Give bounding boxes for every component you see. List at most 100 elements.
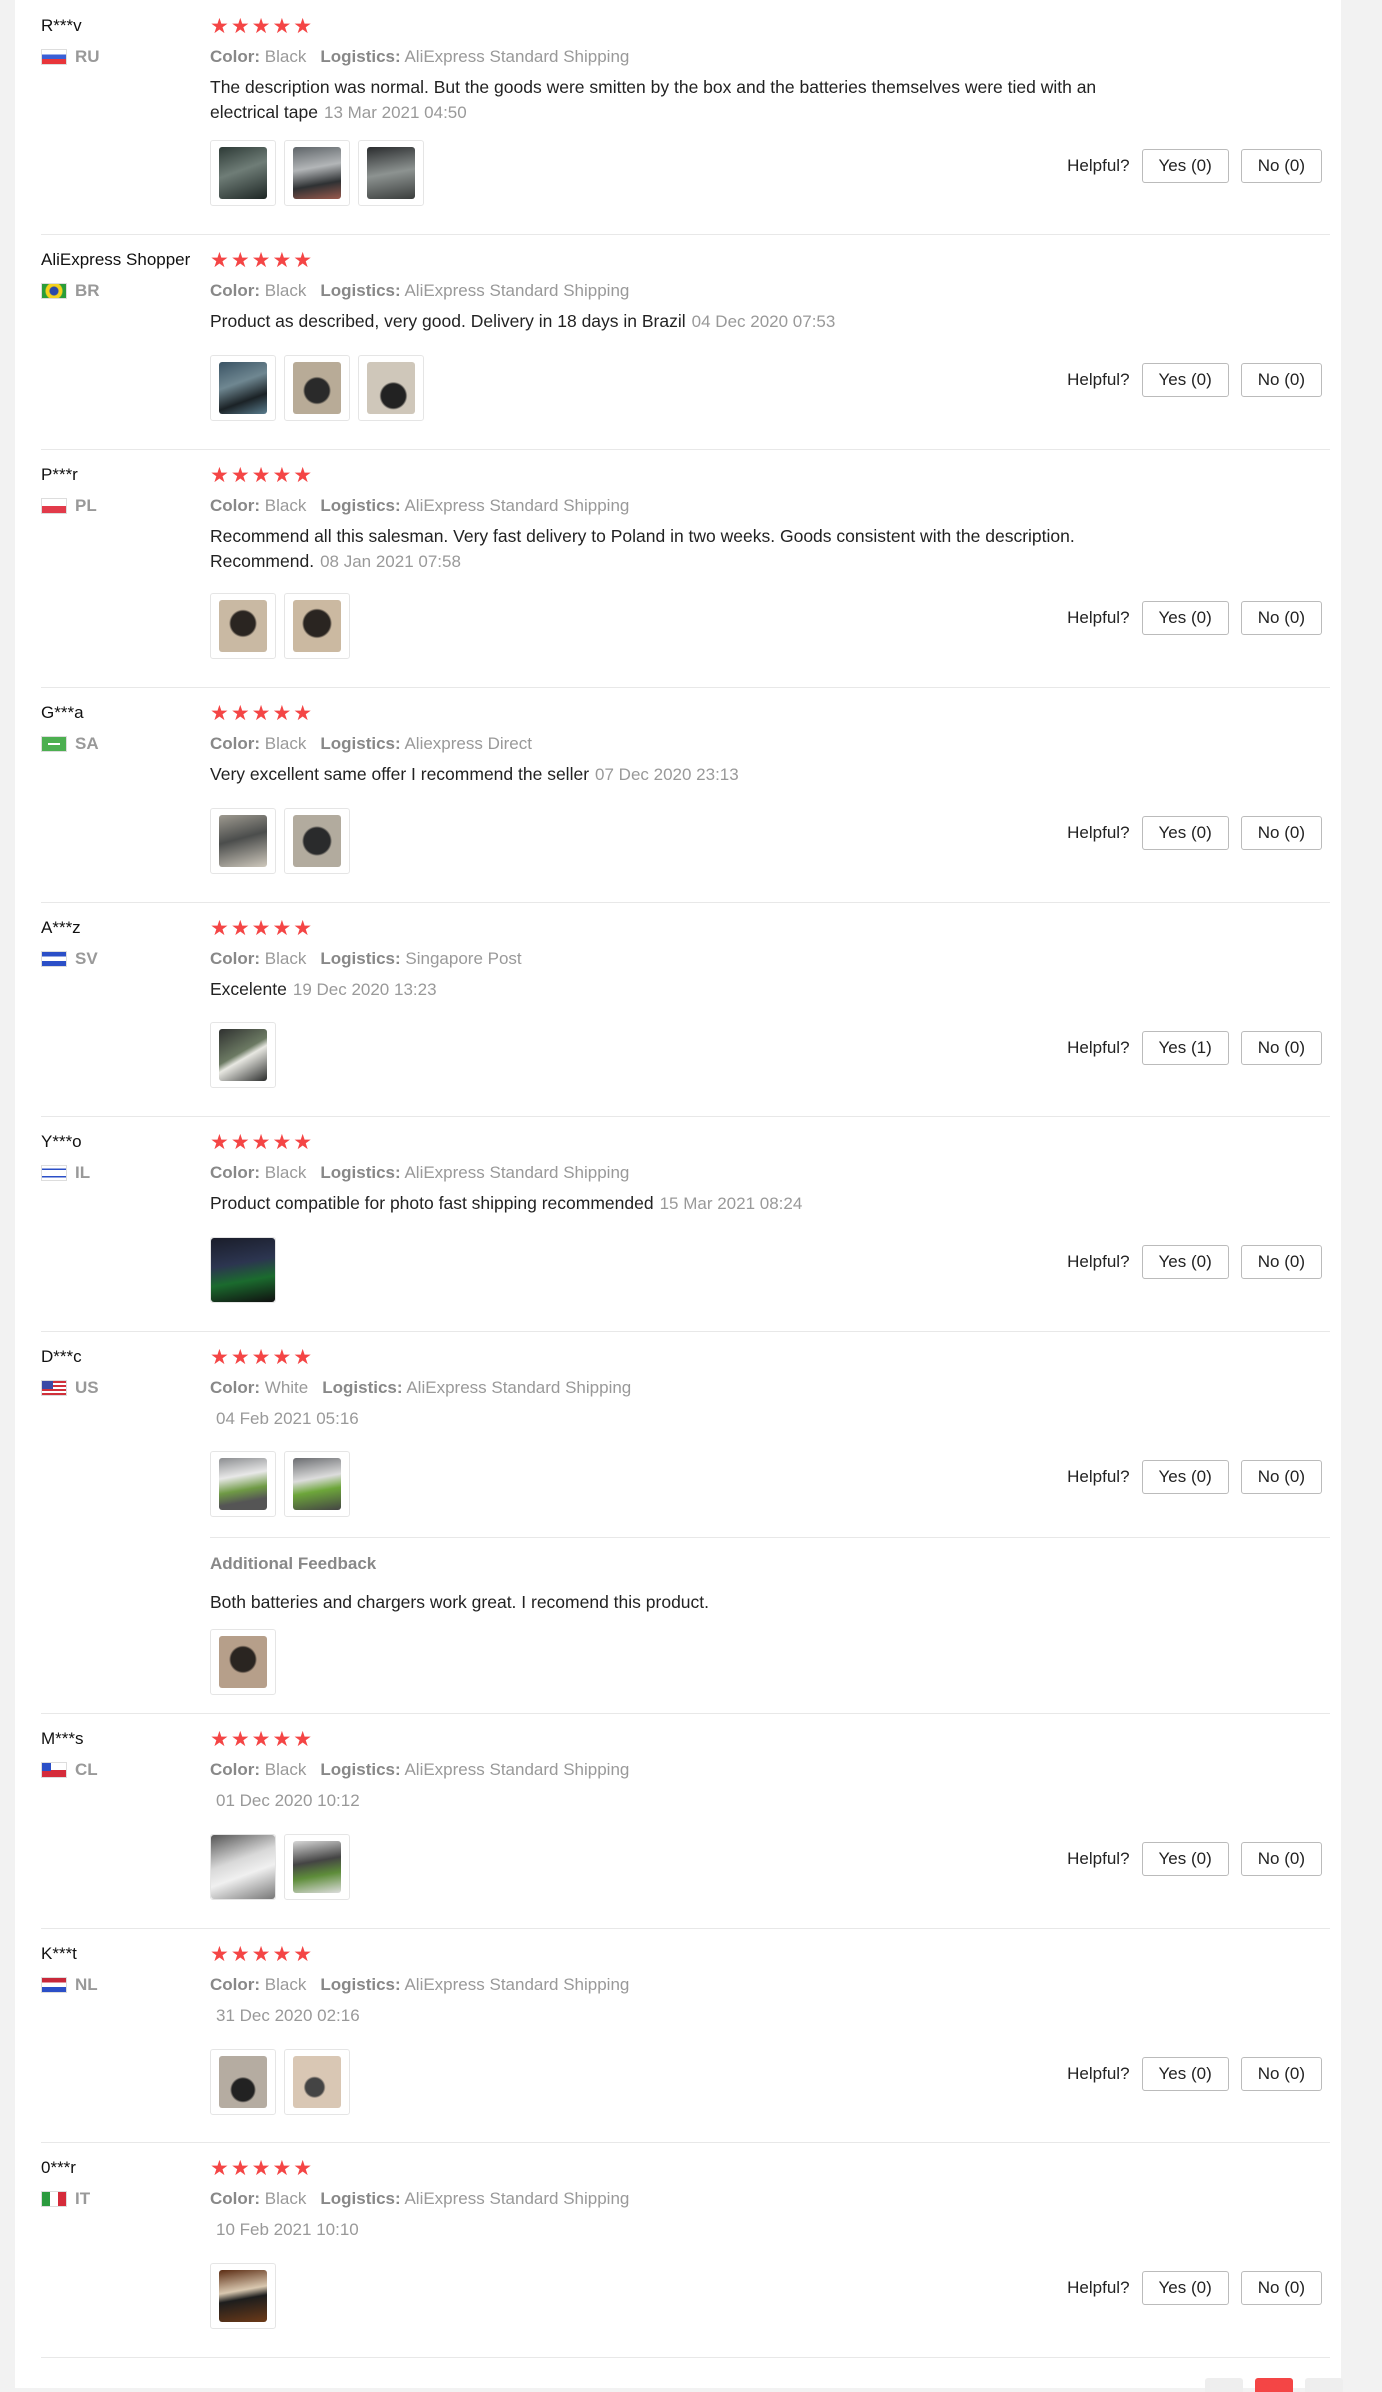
review-photos (210, 140, 424, 206)
helpful-label: Helpful? (1067, 2278, 1130, 2297)
helpful-votes: Helpful? Yes (0) No (0) (1067, 2057, 1322, 2091)
helpful-no-button[interactable]: No (0) (1240, 1460, 1322, 1494)
review-photos (210, 1834, 350, 1900)
helpful-yes-button[interactable]: Yes (0) (1141, 1460, 1229, 1494)
review-meta: Color: Black Logistics: AliExpress Standa… (210, 47, 1170, 67)
review-date: 31 Dec 2020 02:16 (216, 2006, 360, 2025)
flag-il-icon (41, 1165, 67, 1181)
country-code: PL (75, 496, 97, 515)
flag-it-icon (41, 2191, 67, 2207)
review-photo[interactable] (210, 1629, 276, 1695)
review-body: Very excellent same offer I recommend th… (210, 764, 590, 784)
helpful-yes-button[interactable]: Yes (0) (1141, 601, 1229, 635)
color-value: Black (264, 2189, 307, 2208)
additional-feedback-label: Additional Feedback (210, 1554, 377, 1573)
review-photo[interactable] (284, 1451, 350, 1517)
review-content: ★★★★★ Color: Black Logistics: AliExpress … (210, 1132, 1170, 1216)
page-button[interactable] (1205, 2378, 1243, 2392)
review-photos (210, 2049, 350, 2115)
logistics-label: Logistics: (320, 281, 401, 300)
review-photo[interactable] (284, 2049, 350, 2115)
helpful-yes-button[interactable]: Yes (0) (1141, 1245, 1229, 1279)
reviewer-country: NL (41, 1975, 211, 1995)
review-photo[interactable] (210, 1237, 276, 1303)
review-content: ★★★★★ Color: Black Logistics: AliExpress … (210, 465, 1170, 574)
logistics-value: AliExpress Standard Shipping (404, 496, 630, 515)
reviewer-name: G***a (41, 703, 84, 722)
helpful-no-button[interactable]: No (0) (1240, 363, 1322, 397)
helpful-no-button[interactable]: No (0) (1240, 1031, 1322, 1065)
reviewer-info: A***z SV (41, 918, 211, 969)
review-photo[interactable] (210, 2049, 276, 2115)
reviewer-name: D***c (41, 1347, 82, 1366)
reviewer-info: G***a SA (41, 703, 211, 754)
reviewer-info: K***t NL (41, 1944, 211, 1995)
review-photo[interactable] (284, 593, 350, 659)
helpful-no-button[interactable]: No (0) (1240, 1245, 1322, 1279)
reviewer-country: IT (41, 2189, 211, 2209)
review-photo[interactable] (210, 808, 276, 874)
review-date: 15 Mar 2021 08:24 (659, 1194, 803, 1213)
helpful-votes: Helpful? Yes (0) No (0) (1067, 363, 1322, 397)
flag-sv-icon (41, 951, 67, 967)
helpful-label: Helpful? (1067, 1467, 1130, 1486)
helpful-no-button[interactable]: No (0) (1240, 816, 1322, 850)
review-photos (210, 1237, 276, 1303)
review-text: Very excellent same offer I recommend th… (210, 762, 1170, 787)
star-rating-icon: ★★★★★ (210, 249, 315, 272)
review-photo[interactable] (284, 1834, 350, 1900)
star-rating-icon: ★★★★★ (210, 15, 315, 38)
review-date: 10 Feb 2021 10:10 (216, 2220, 359, 2239)
star-rating-icon: ★★★★★ (210, 1728, 315, 1751)
review-photos (210, 593, 350, 659)
review-photo[interactable] (210, 593, 276, 659)
page-button-active[interactable] (1255, 2378, 1293, 2392)
helpful-no-button[interactable]: No (0) (1240, 601, 1322, 635)
review-date: 19 Dec 2020 13:23 (292, 980, 437, 999)
helpful-label: Helpful? (1067, 156, 1130, 175)
color-label: Color: (210, 281, 261, 300)
country-code: SA (75, 734, 99, 753)
review-photo[interactable] (210, 140, 276, 206)
review-photo[interactable] (358, 355, 424, 421)
country-code: NL (75, 1975, 98, 1994)
review-content: ★★★★★ Color: Black Logistics: Singapore P… (210, 918, 1170, 1002)
review-meta: Color: Black Logistics: AliExpress Standa… (210, 1760, 1170, 1780)
helpful-yes-button[interactable]: Yes (0) (1141, 363, 1229, 397)
helpful-yes-button[interactable]: Yes (0) (1141, 1842, 1229, 1876)
review-meta: Color: Black Logistics: Aliexpress Direct (210, 734, 1170, 754)
helpful-yes-button[interactable]: Yes (0) (1141, 816, 1229, 850)
helpful-no-button[interactable]: No (0) (1240, 149, 1322, 183)
page-button[interactable] (1305, 2378, 1343, 2392)
review-photo[interactable] (210, 1022, 276, 1088)
pagination (1205, 2378, 1343, 2392)
review-meta: Color: Black Logistics: AliExpress Standa… (210, 2189, 1170, 2209)
logistics-label: Logistics: (320, 734, 401, 753)
helpful-label: Helpful? (1067, 1849, 1130, 1868)
review-photo[interactable] (358, 140, 424, 206)
review-photo[interactable] (284, 355, 350, 421)
review-text: The description was normal. But the good… (210, 75, 1160, 125)
logistics-label: Logistics: (320, 1975, 401, 1994)
review-date: 08 Jan 2021 07:58 (320, 552, 461, 571)
helpful-yes-button[interactable]: Yes (0) (1141, 149, 1229, 183)
helpful-yes-button[interactable]: Yes (1) (1141, 1031, 1229, 1065)
review-date: 04 Feb 2021 05:16 (216, 1409, 359, 1428)
flag-nl-icon (41, 1977, 67, 1993)
review-photo[interactable] (284, 140, 350, 206)
helpful-yes-button[interactable]: Yes (0) (1141, 2271, 1229, 2305)
review-photo[interactable] (284, 808, 350, 874)
country-code: IL (75, 1163, 91, 1182)
helpful-no-button[interactable]: No (0) (1240, 1842, 1322, 1876)
helpful-no-button[interactable]: No (0) (1240, 2057, 1322, 2091)
helpful-no-button[interactable]: No (0) (1240, 2271, 1322, 2305)
review-item: R***v RU ★★★★★ Color: Black Logistics: Al… (41, 0, 1330, 235)
logistics-value: AliExpress Standard Shipping (404, 1760, 630, 1779)
review-photo[interactable] (210, 1834, 276, 1900)
review-photo[interactable] (210, 2263, 276, 2329)
review-photo[interactable] (210, 355, 276, 421)
helpful-yes-button[interactable]: Yes (0) (1141, 2057, 1229, 2091)
review-photo[interactable] (210, 1451, 276, 1517)
review-text: 31 Dec 2020 02:16 (210, 2003, 1170, 2028)
review-photos (210, 1451, 350, 1517)
